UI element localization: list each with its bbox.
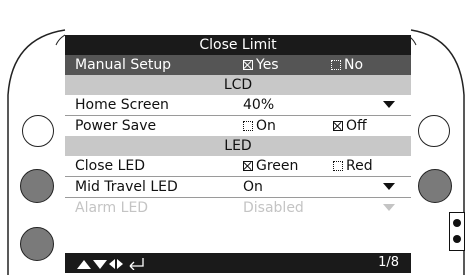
indicator-dot (453, 219, 461, 227)
power-save-on-option[interactable]: On (243, 116, 276, 136)
mid-travel-led-value: On (243, 179, 263, 195)
actuator-display-panel: Close Limit Manual Setup Yes No LCD Home… (0, 0, 472, 275)
close-led-green-option[interactable]: Green (243, 156, 298, 176)
close-led-label: Close LED (75, 158, 146, 174)
row-home-screen[interactable]: Home Screen 40% (65, 95, 411, 115)
right-arrow-icon (117, 259, 123, 269)
power-save-label: Power Save (75, 118, 157, 134)
manual-setup-label: Manual Setup (75, 57, 172, 73)
left-top-button[interactable] (22, 115, 54, 147)
manual-setup-yes-option[interactable]: Yes (243, 55, 279, 75)
indicator-badge (449, 212, 465, 251)
option-label: On (256, 118, 276, 134)
alarm-led-value: Disabled (243, 200, 304, 216)
page-indicator: 1/8 (378, 255, 399, 270)
unchecked-box-icon (243, 121, 253, 131)
left-middle-button[interactable] (20, 169, 54, 203)
section-header-led: LED (65, 136, 411, 156)
home-screen-value: 40% (243, 97, 275, 113)
indicator-dot (453, 235, 461, 243)
section-header-text: LCD (223, 77, 253, 93)
section-header-text: LED (224, 138, 252, 154)
right-middle-button[interactable] (418, 169, 452, 203)
dropdown-arrow-icon[interactable] (383, 101, 395, 108)
footer-bar: 1/8 (65, 253, 411, 273)
close-led-red-option[interactable]: Red (333, 156, 373, 176)
row-manual-setup[interactable]: Manual Setup Yes No (65, 55, 411, 75)
checked-box-icon (243, 161, 253, 171)
unchecked-box-icon (333, 161, 343, 171)
home-screen-label: Home Screen (75, 97, 169, 113)
screen-title: Close Limit (65, 35, 411, 55)
screen-title-text: Close Limit (199, 37, 277, 53)
option-label: Off (346, 118, 367, 134)
row-alarm-led: Alarm LED Disabled (65, 198, 411, 218)
row-power-save[interactable]: Power Save On Off (65, 116, 411, 136)
checked-box-icon (333, 121, 343, 131)
alarm-led-label: Alarm LED (75, 200, 149, 216)
right-top-button[interactable] (418, 115, 450, 147)
option-label: Green (256, 158, 299, 174)
section-header-lcd: LCD (65, 75, 411, 95)
manual-setup-no-option[interactable]: No (331, 55, 363, 75)
enter-icon (129, 258, 144, 270)
up-arrow-icon (77, 260, 91, 269)
option-label: No (344, 57, 364, 73)
lcd-screen: Close Limit Manual Setup Yes No LCD Home… (65, 32, 411, 275)
checked-box-icon (243, 60, 253, 70)
unchecked-box-icon (331, 60, 341, 70)
down-arrow-icon (93, 260, 107, 269)
row-mid-travel-led[interactable]: Mid Travel LED On (65, 177, 411, 197)
option-label: Red (346, 158, 373, 174)
navigation-icons (77, 258, 144, 270)
dropdown-arrow-icon[interactable] (383, 183, 395, 190)
power-save-off-option[interactable]: Off (333, 116, 367, 136)
left-bottom-button[interactable] (20, 227, 54, 261)
row-close-led[interactable]: Close LED Green Red (65, 156, 411, 176)
dropdown-arrow-icon (383, 204, 395, 211)
left-arrow-icon (109, 259, 115, 269)
option-label: Yes (256, 57, 279, 73)
mid-travel-led-label: Mid Travel LED (75, 179, 178, 195)
